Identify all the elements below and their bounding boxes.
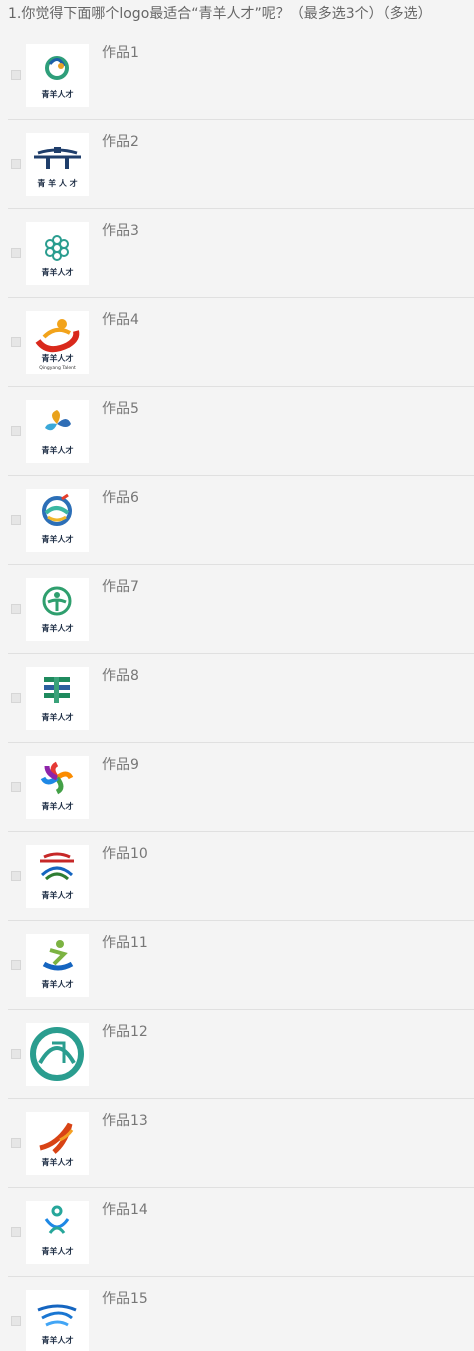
option-label: 作品6	[102, 490, 139, 506]
logo-thumbnail[interactable]: 青羊人才	[26, 222, 89, 285]
svg-text:Qingyang Talent: Qingyang Talent	[39, 365, 76, 371]
pinwheel-logo: 青羊人才	[42, 410, 74, 455]
option-checkbox[interactable]	[11, 337, 21, 347]
svg-text:青羊人才: 青羊人才	[42, 445, 74, 455]
svg-text:青羊人才: 青羊人才	[42, 623, 74, 633]
option-label: 作品15	[102, 1291, 148, 1307]
option-checkbox[interactable]	[11, 248, 21, 258]
logo-thumbnail[interactable]: 青 羊 人 才	[26, 133, 89, 196]
option-checkbox[interactable]	[11, 159, 21, 169]
option-item[interactable]: 青羊人才 作品14	[8, 1188, 474, 1277]
option-checkbox[interactable]	[11, 426, 21, 436]
option-item[interactable]: 青羊人才 作品9	[8, 743, 474, 832]
svg-text:青羊人才: 青羊人才	[42, 1335, 74, 1345]
logo-thumbnail[interactable]: 青羊人才	[26, 1112, 89, 1175]
option-label: 作品12	[102, 1024, 148, 1040]
option-item[interactable]: 青羊人才 作品11	[8, 921, 474, 1010]
option-item[interactable]: 作品12	[8, 1010, 474, 1099]
option-checkbox[interactable]	[11, 1227, 21, 1237]
spiral-emblem-logo: 青羊人才	[42, 56, 74, 99]
svg-text:青羊人才: 青羊人才	[42, 89, 74, 99]
option-label: 作品10	[102, 846, 148, 862]
option-label: 作品9	[102, 757, 139, 773]
option-item[interactable]: 青羊人才 Qingyang Talent 作品4	[8, 298, 474, 387]
option-label: 作品7	[102, 579, 139, 595]
interlocked-figures-logo: 青羊人才	[42, 1205, 74, 1256]
leaping-figure-logo: 青羊人才	[42, 940, 74, 989]
logo-thumbnail[interactable]: 青羊人才	[26, 756, 89, 819]
svg-text:青羊人才: 青羊人才	[42, 979, 74, 989]
logo-thumbnail[interactable]: 青羊人才	[26, 667, 89, 730]
options-list: 青羊人才 作品1 青 羊 人 才作品2 青羊人才 作品3 青羊人才 Qingyang Tal…	[0, 31, 474, 1351]
logo-thumbnail[interactable]: 青羊人才	[26, 845, 89, 908]
blue-wave-logo: 青羊人才	[37, 1304, 77, 1345]
layered-arch-logo: 青羊人才	[40, 852, 74, 900]
green-figure-circle-logo: 青羊人才	[42, 586, 74, 633]
snowflake-flower-logo: 青羊人才	[42, 235, 74, 277]
svg-text:青羊人才: 青羊人才	[42, 712, 74, 722]
logo-thumbnail[interactable]: 青羊人才	[26, 578, 89, 641]
logo-thumbnail[interactable]: 青羊人才	[26, 1201, 89, 1264]
option-checkbox[interactable]	[11, 871, 21, 881]
option-label: 作品8	[102, 668, 139, 684]
svg-text:青 羊 人 才: 青 羊 人 才	[37, 178, 77, 188]
option-label: 作品3	[102, 223, 139, 239]
gate-archway-logo: 青 羊 人 才	[34, 147, 81, 188]
logo-thumbnail[interactable]	[26, 1023, 89, 1086]
svg-text:青羊人才: 青羊人才	[42, 890, 74, 900]
option-item[interactable]: 青羊人才 作品13	[8, 1099, 474, 1188]
red-phoenix-logo: 青羊人才	[39, 1122, 74, 1167]
option-label: 作品1	[102, 45, 139, 61]
logo-thumbnail[interactable]: 青羊人才	[26, 44, 89, 107]
option-checkbox[interactable]	[11, 960, 21, 970]
logo-thumbnail[interactable]: 青羊人才 Qingyang Talent	[26, 311, 89, 374]
logo-thumbnail[interactable]: 青羊人才	[26, 934, 89, 997]
svg-text:青羊人才: 青羊人才	[42, 1246, 74, 1256]
option-label: 作品2	[102, 134, 139, 150]
option-checkbox[interactable]	[11, 693, 21, 703]
option-item[interactable]: 青羊人才 作品10	[8, 832, 474, 921]
option-label: 作品4	[102, 312, 139, 328]
question-block: 1.你觉得下面哪个logo最适合“青羊人才”呢？（最多选3个）（多选） 青羊人才…	[0, 0, 474, 1351]
logo-thumbnail[interactable]: 青羊人才	[26, 400, 89, 463]
option-checkbox[interactable]	[11, 1138, 21, 1148]
logo-thumbnail[interactable]: 青羊人才	[26, 489, 89, 552]
rainbow-flower-logo: 青羊人才	[40, 761, 74, 811]
svg-text:青羊人才: 青羊人才	[42, 534, 74, 544]
teal-dome-logo	[30, 1027, 84, 1081]
option-checkbox[interactable]	[11, 515, 21, 525]
option-item[interactable]: 青羊人才 作品15	[8, 1277, 474, 1351]
green-character-logo: 青羊人才	[42, 677, 74, 722]
option-item[interactable]: 青羊人才 作品1	[8, 31, 474, 120]
option-checkbox[interactable]	[11, 70, 21, 80]
option-label: 作品5	[102, 401, 139, 417]
option-label: 作品11	[102, 935, 148, 951]
logo-thumbnail[interactable]: 青羊人才	[26, 1290, 89, 1351]
option-item[interactable]: 青羊人才 作品6	[8, 476, 474, 565]
option-checkbox[interactable]	[11, 1049, 21, 1059]
svg-text:青羊人才: 青羊人才	[42, 801, 74, 811]
option-checkbox[interactable]	[11, 782, 21, 792]
red-swirl-logo: 青羊人才 Qingyang Talent	[35, 319, 80, 371]
option-checkbox[interactable]	[11, 604, 21, 614]
option-checkbox[interactable]	[11, 1316, 21, 1326]
option-item[interactable]: 青 羊 人 才 作品2	[8, 120, 474, 209]
svg-text:青羊人才: 青羊人才	[42, 353, 74, 363]
option-label: 作品13	[102, 1113, 148, 1129]
svg-text:青羊人才: 青羊人才	[42, 1157, 74, 1167]
option-item[interactable]: 青羊人才 作品3	[8, 209, 474, 298]
option-label: 作品14	[102, 1202, 148, 1218]
question-title: 1.你觉得下面哪个logo最适合“青羊人才”呢？（最多选3个）（多选）	[8, 6, 432, 22]
option-item[interactable]: 青羊人才 作品7	[8, 565, 474, 654]
wave-circle-logo: 青羊人才	[42, 493, 74, 544]
option-item[interactable]: 青羊人才 作品8	[8, 654, 474, 743]
svg-text:青羊人才: 青羊人才	[42, 267, 74, 277]
option-item[interactable]: 青羊人才 作品5	[8, 387, 474, 476]
